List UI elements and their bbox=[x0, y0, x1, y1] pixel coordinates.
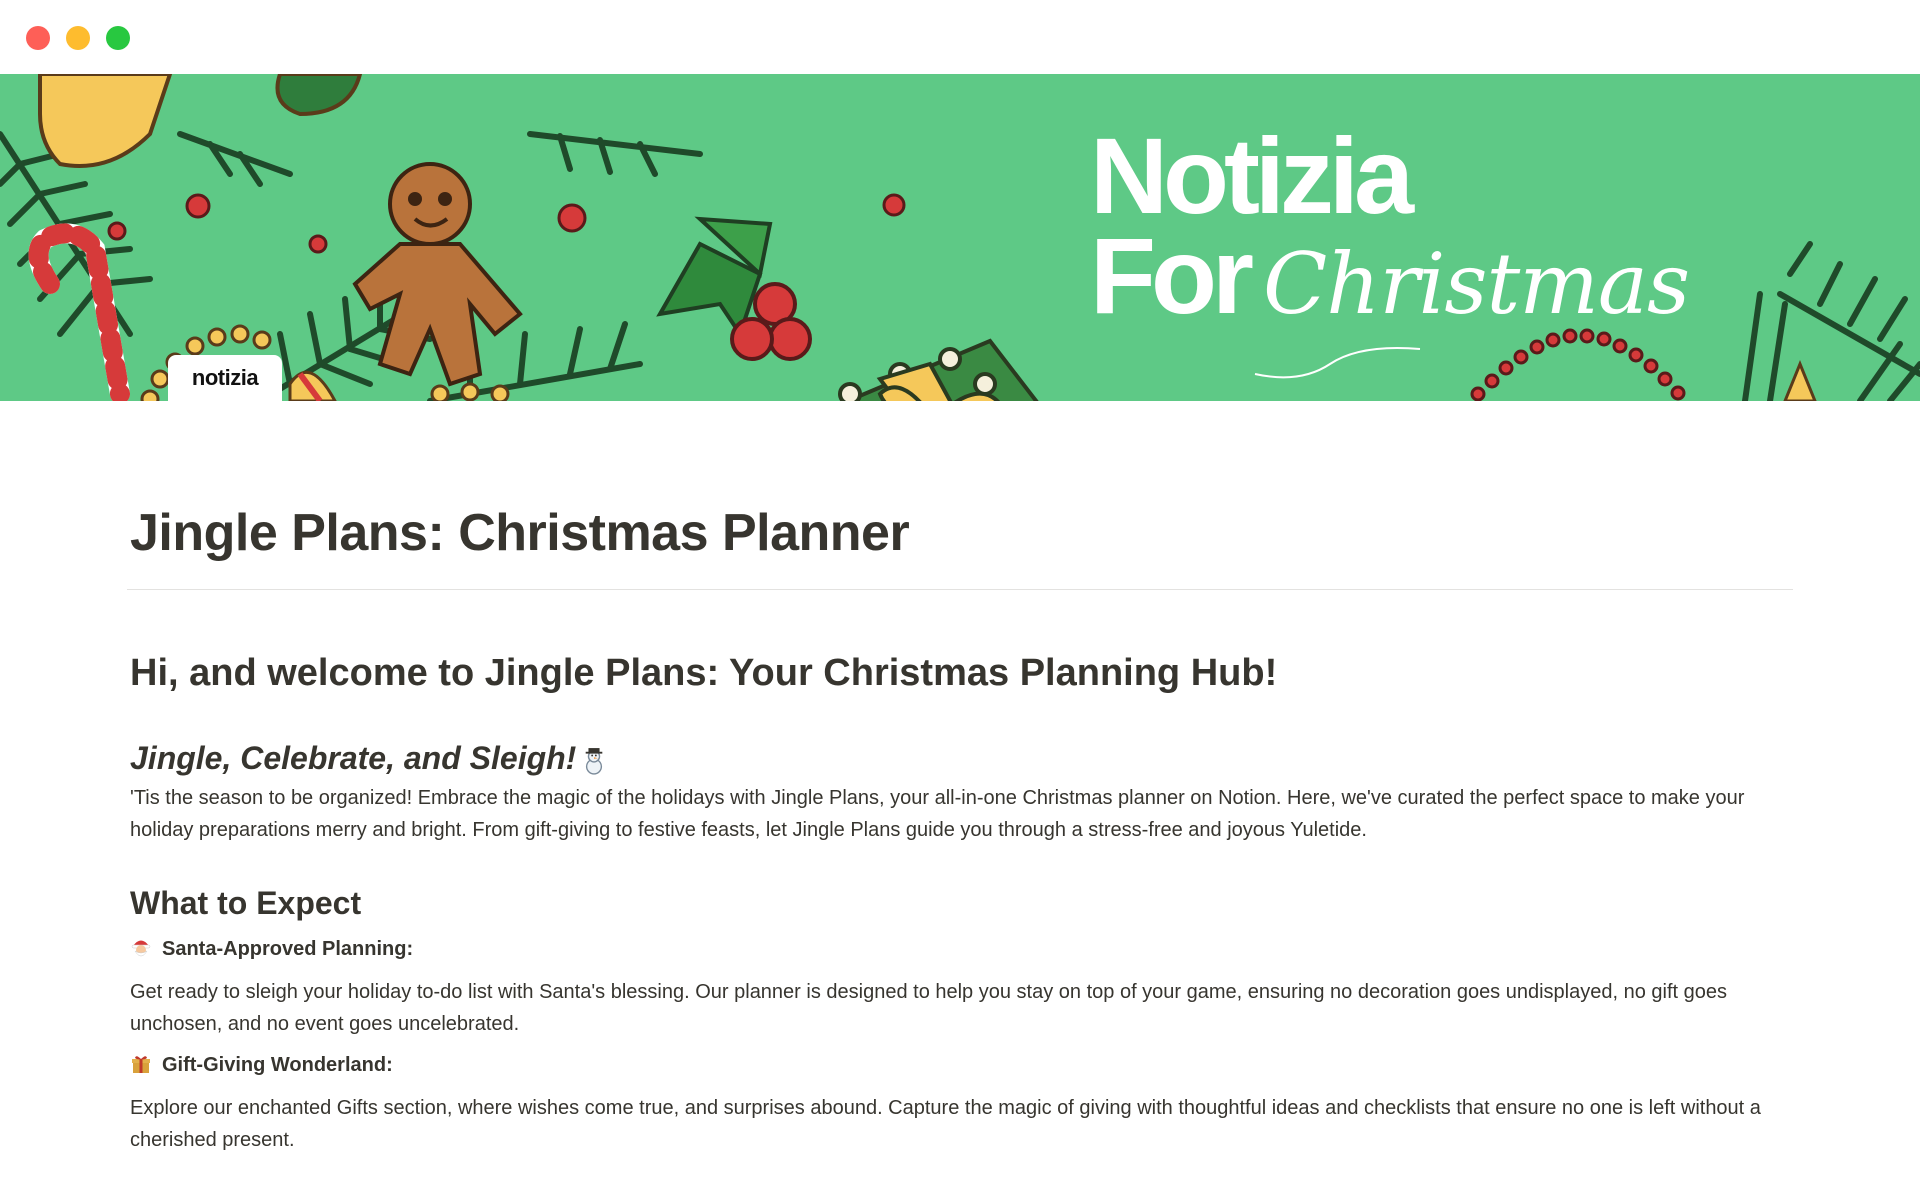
welcome-heading[interactable]: Hi, and welcome to Jingle Plans: Your Ch… bbox=[130, 650, 1790, 696]
divider bbox=[127, 589, 1793, 590]
feature-desc-gift[interactable]: Explore our enchanted Gifts section, whe… bbox=[130, 1092, 1790, 1156]
feature-heading-santa[interactable]: Santa-Approved Planning: bbox=[130, 934, 1790, 964]
minimize-button[interactable] bbox=[66, 26, 90, 50]
santa-icon bbox=[130, 937, 154, 961]
window-controls bbox=[26, 26, 130, 50]
brand-script: Christmas bbox=[1262, 235, 1690, 333]
zoom-button[interactable] bbox=[106, 26, 130, 50]
feature-desc-santa[interactable]: Get ready to sleigh your holiday to-do l… bbox=[130, 976, 1790, 1040]
expect-heading[interactable]: What to Expect bbox=[130, 882, 1790, 924]
brand-for: For bbox=[1090, 215, 1254, 336]
cover-image[interactable]: Notizia For Christmas notizia bbox=[0, 74, 1920, 401]
feature-heading-gift[interactable]: Gift-Giving Wonderland: bbox=[130, 1050, 1790, 1080]
gift-icon bbox=[130, 1053, 154, 1077]
cover-brand-title: Notizia For Christmas bbox=[1090, 115, 1690, 336]
snowman-icon bbox=[582, 746, 606, 775]
brand-line1: Notizia bbox=[1090, 115, 1414, 236]
brand-line2: For Christmas bbox=[1090, 215, 1690, 336]
feature-title-gift: Gift-Giving Wonderland: bbox=[162, 1054, 393, 1076]
close-button[interactable] bbox=[26, 26, 50, 50]
page-icon-logo[interactable]: notizia bbox=[168, 355, 282, 401]
page-title[interactable]: Jingle Plans: Christmas Planner bbox=[130, 501, 1790, 565]
intro-paragraph[interactable]: 'Tis the season to be organized! Embrace… bbox=[130, 782, 1790, 846]
tagline-text: Jingle, Celebrate, and Sleigh! bbox=[130, 740, 577, 776]
window-titlebar bbox=[0, 0, 1920, 74]
page-content: Jingle Plans: Christmas Planner Hi, and … bbox=[0, 501, 1920, 1156]
tagline-heading[interactable]: Jingle, Celebrate, and Sleigh! bbox=[130, 738, 1790, 778]
feature-title-santa: Santa-Approved Planning: bbox=[162, 938, 414, 960]
